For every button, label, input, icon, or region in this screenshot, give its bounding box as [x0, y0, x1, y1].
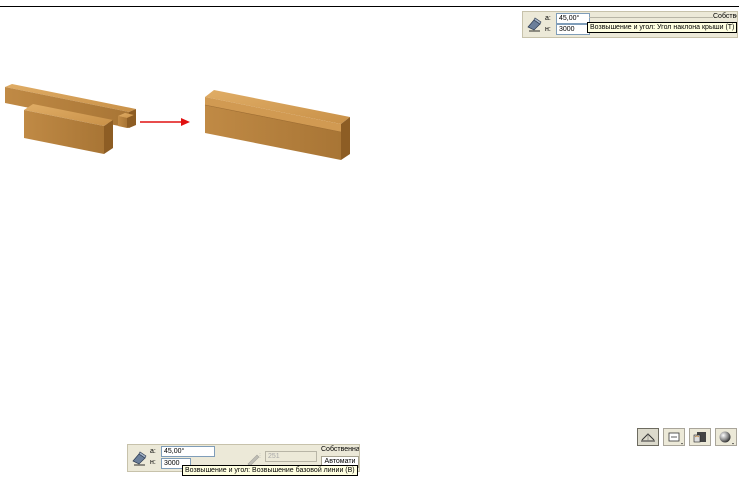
sphere-render-button[interactable]: [715, 428, 737, 446]
section-icon: [668, 432, 683, 445]
roof-shape-button[interactable]: [637, 428, 659, 446]
tab-divider: [589, 17, 713, 18]
angle-label: a:: [150, 448, 156, 455]
beam-merge-illustration: [5, 84, 350, 160]
building-material-icon: [693, 432, 706, 443]
roof-angle-input[interactable]: 45,00°: [161, 446, 215, 457]
disabled-value-input: 251: [265, 451, 317, 462]
transform-arrow: [140, 118, 190, 126]
height-label: н:: [545, 26, 551, 33]
roof-height-input[interactable]: 3000: [556, 24, 590, 35]
baseline-tooltip: Возвышение и угол: Возвышение базовой ли…: [182, 465, 358, 476]
roof-height-tool-icon[interactable]: [526, 15, 544, 33]
roof-baseline-tool-icon[interactable]: [131, 449, 149, 467]
after-merged-beam: [204, 90, 350, 160]
before-end-block: [118, 113, 134, 128]
roof-shape-icon: [641, 433, 655, 442]
property-tab[interactable]: Собственна: [321, 445, 359, 454]
section-button[interactable]: [663, 428, 685, 446]
building-material-button[interactable]: [689, 428, 711, 446]
roof-angle-input[interactable]: 45,00°: [556, 13, 590, 24]
height-label: н:: [150, 459, 156, 466]
property-tab[interactable]: Собстве: [713, 12, 737, 21]
top-rule: [0, 6, 739, 7]
sphere-render-icon: [719, 431, 734, 445]
angle-label: a:: [545, 15, 551, 22]
roof-angle-tooltip: Возвышение и угол: Угол наклона крыши (T…: [587, 22, 738, 33]
